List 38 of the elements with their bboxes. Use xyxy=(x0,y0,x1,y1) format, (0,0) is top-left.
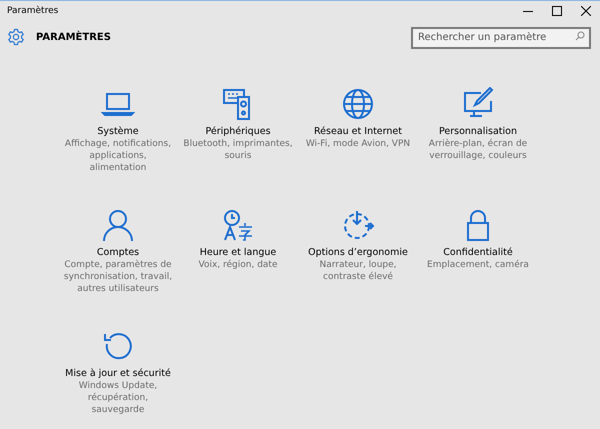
settings-tile[interactable]: Mise à jour et sécurité Windows Update, récupération, sauvegarde xyxy=(58,329,178,429)
settings-tile[interactable]: Heure et langue Voix, région, date xyxy=(178,208,298,329)
tile-description: Compte, paramètres de synchronisation, travail, autres utilisateurs xyxy=(64,259,172,295)
settings-tile[interactable]: Système Affichage, notifications, applications, alimentation xyxy=(58,87,178,208)
search-field[interactable]: Rechercher un paramètre xyxy=(411,26,591,49)
tile-description: Narrateur, loupe, contraste élevé xyxy=(319,259,397,283)
tile-description: Emplacement, caméra xyxy=(427,259,529,271)
settings-tile[interactable]: Périphériques Bluetooth, imprimantes, souris xyxy=(178,87,298,208)
person-icon xyxy=(101,208,135,242)
settings-tile[interactable]: Options d’ergonomie Narrateur, loupe, contraste élevé xyxy=(298,208,418,329)
search-icon xyxy=(575,31,585,42)
tile-title: Comptes xyxy=(96,247,140,258)
window-title: Paramètres xyxy=(7,6,58,16)
page-title: PARAMÈTRES xyxy=(36,32,112,42)
tile-title: Périphériques xyxy=(205,126,271,137)
tile-description: Arrière-plan, écran de verrouillage, couleurs xyxy=(428,138,528,162)
settings-tile[interactable]: Personnalisation Arrière-plan, écran de verrouillage, couleurs xyxy=(418,87,538,208)
tile-title: Système xyxy=(97,126,139,137)
tile-title: Heure et langue xyxy=(200,247,276,258)
tile-description: Wi-Fi, mode Avion, VPN xyxy=(306,138,410,150)
dashed-circle-arrow-icon xyxy=(341,208,375,242)
tile-description: Windows Update, récupération, sauvegarde xyxy=(78,380,158,416)
clock-letter-icon xyxy=(221,208,255,242)
tile-description: Affichage, notifications, applications, alimentation xyxy=(64,138,172,174)
globe-icon xyxy=(341,87,375,121)
tile-title: Confidentialité xyxy=(443,247,513,258)
tile-description: Voix, région, date xyxy=(198,259,278,271)
tile-title: Mise à jour et sécurité xyxy=(65,368,171,379)
close-icon[interactable] xyxy=(580,6,590,16)
tile-title: Personnalisation xyxy=(438,126,517,137)
tile-title: Options d’ergonomie xyxy=(308,247,408,258)
settings-icon xyxy=(7,28,25,46)
tile-description: Bluetooth, imprimantes, souris xyxy=(183,138,293,162)
settings-tile[interactable]: Comptes Compte, paramètres de synchronisation, travail, autres utilisateurs xyxy=(58,208,178,329)
maximize-icon[interactable] xyxy=(552,6,562,16)
tile-title: Réseau et Internet xyxy=(314,126,402,137)
settings-tile[interactable]: Réseau et Internet Wi-Fi, mode Avion, VPN xyxy=(298,87,418,208)
settings-tile[interactable]: Confidentialité Emplacement, caméra xyxy=(418,208,538,329)
